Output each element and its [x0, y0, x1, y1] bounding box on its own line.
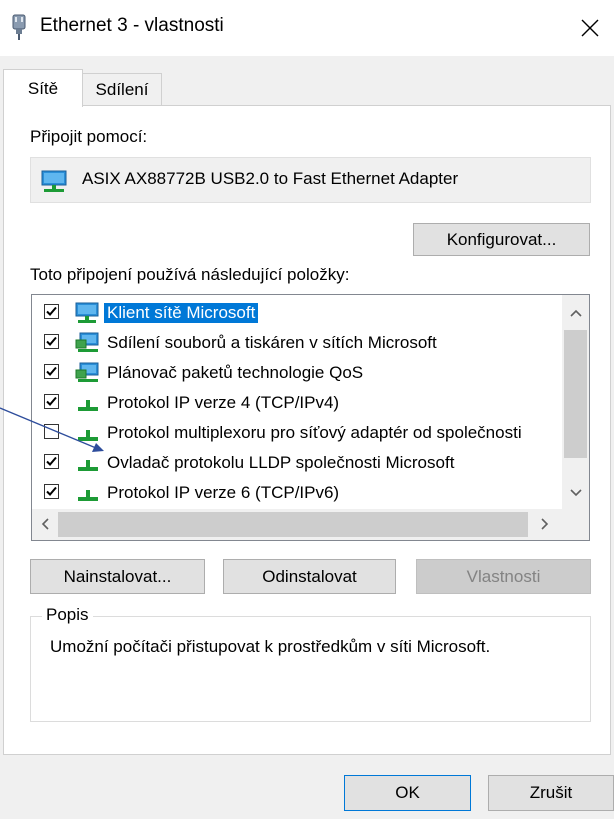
list-item-label: Protokol IP verze 6 (TCP/IPv6): [107, 483, 340, 502]
ok-button-label: OK: [395, 783, 420, 802]
connect-using-label: Připojit pomocí:: [30, 127, 148, 146]
properties-button[interactable]: Vlastnosti: [416, 559, 591, 594]
list-item[interactable]: Plánovač paketů technologie QoS: [32, 358, 562, 388]
description-legend: Popis: [42, 605, 93, 625]
configure-button-label: Konfigurovat...: [446, 229, 557, 249]
checkbox[interactable]: [44, 364, 59, 379]
scroll-down-icon[interactable]: [562, 480, 589, 506]
annotation-arrow-icon: [0, 380, 110, 460]
scroll-up-icon[interactable]: [562, 300, 589, 326]
list-item[interactable]: Protokol IP verze 6 (TCP/IPv6): [32, 478, 562, 508]
list-item[interactable]: Protokol IP verze 4 (TCP/IPv4): [32, 388, 562, 418]
install-button[interactable]: Nainstalovat...: [30, 559, 205, 594]
install-button-label: Nainstalovat...: [63, 566, 172, 586]
tab-sharing-label: Sdílení: [95, 79, 149, 99]
close-icon: [581, 19, 599, 37]
tab-networking[interactable]: Sítě: [3, 69, 83, 107]
list-item[interactable]: Sdílení souborů a tiskáren v sítích Micr…: [32, 328, 562, 358]
list-item[interactable]: Protokol multiplexoru pro síťový adaptér…: [32, 418, 562, 448]
description-group: [30, 616, 591, 722]
list-item-label: Protokol multiplexoru pro síťový adaptér…: [107, 423, 522, 442]
list-item-label: Sdílení souborů a tiskáren v sítích Micr…: [107, 333, 437, 352]
list-item-label: Klient sítě Microsoft: [104, 303, 259, 323]
list-item-label: Ovladač protokolu LLDP společnosti Micro…: [107, 453, 455, 472]
properties-button-label: Vlastnosti: [466, 566, 541, 586]
description-text: Umožní počítači přistupovat k prostředků…: [50, 637, 491, 656]
horizontal-scrollbar-thumb[interactable]: [58, 512, 528, 537]
window-title: Ethernet 3 - vlastnosti: [40, 15, 224, 36]
adapter-name: ASIX AX88772B USB2.0 to Fast Ethernet Ad…: [82, 169, 459, 188]
checkbox[interactable]: [44, 304, 59, 319]
close-button[interactable]: [568, 10, 612, 46]
protocol-icon: [74, 482, 102, 504]
network-client-icon: [74, 302, 102, 324]
ok-button[interactable]: OK: [344, 775, 471, 811]
components-list[interactable]: Klient sítě Microsoft Sdílení souborů a …: [31, 294, 590, 541]
cancel-button-label: Zrušit: [529, 783, 573, 802]
uninstall-button[interactable]: Odinstalovat: [223, 559, 396, 594]
uninstall-button-label: Odinstalovat: [262, 566, 357, 586]
list-item[interactable]: Ovladač protokolu LLDP společnosti Micro…: [32, 448, 562, 478]
network-adapter-icon: [40, 169, 70, 193]
vertical-scrollbar-thumb[interactable]: [564, 330, 587, 458]
network-service-icon: [74, 332, 102, 354]
scroll-right-icon[interactable]: [532, 510, 558, 538]
ethernet-plug-icon: [10, 14, 28, 40]
items-label: Toto připojení používá následující polož…: [30, 265, 350, 284]
configure-button[interactable]: Konfigurovat...: [413, 223, 590, 256]
checkbox[interactable]: [44, 484, 59, 499]
tab-sharing[interactable]: Sdílení: [82, 73, 162, 105]
tab-networking-label: Sítě: [27, 78, 59, 98]
checkbox[interactable]: [44, 334, 59, 349]
list-item[interactable]: Klient sítě Microsoft: [32, 298, 562, 328]
list-item-label: Plánovač paketů technologie QoS: [107, 363, 364, 382]
scroll-left-icon[interactable]: [33, 510, 57, 538]
list-item-label: Protokol IP verze 4 (TCP/IPv4): [107, 393, 340, 412]
cancel-button[interactable]: Zrušit: [488, 775, 614, 811]
